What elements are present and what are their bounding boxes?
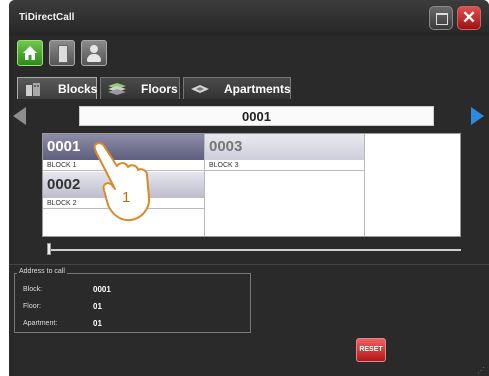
address-panel: Address to call Block: 0001 Floor: 01 Ap…: [14, 268, 251, 333]
floor-label: Floor:: [23, 303, 41, 310]
apartment-icon: [191, 85, 209, 93]
selected-block-field: 0001: [79, 106, 434, 126]
grid-column: [365, 134, 460, 236]
maximize-icon[interactable]: [429, 6, 453, 30]
tab-floors[interactable]: Floors: [100, 77, 180, 99]
block-cell-0003[interactable]: 0003 BLOCK 3: [205, 134, 364, 171]
callout-number: 1: [122, 189, 130, 206]
reset-button[interactable]: RESET: [356, 338, 386, 362]
home-button[interactable]: [17, 40, 43, 66]
apartment-label: Apartment:: [23, 320, 58, 327]
buildings-icon: [26, 83, 40, 96]
apartment-value: 01: [93, 319, 102, 328]
close-icon[interactable]: ✕: [457, 6, 481, 30]
divider: [9, 264, 489, 265]
scroll-thumb[interactable]: [47, 243, 51, 255]
resize-grip-icon: ⋰: [477, 366, 485, 375]
title-bar: TiDirectCall ✕: [9, 0, 489, 36]
tab-blocks[interactable]: Blocks: [17, 77, 97, 99]
tab-label: Blocks: [58, 82, 98, 96]
grid-column: 0003 BLOCK 3: [205, 134, 365, 236]
block-label: Block:: [23, 286, 43, 293]
scroll-track[interactable]: [47, 249, 461, 251]
tab-apartments[interactable]: Apartments: [183, 77, 291, 99]
block-name: BLOCK 3: [205, 160, 364, 171]
address-title: Address to call: [17, 268, 67, 275]
door-button[interactable]: [49, 40, 75, 66]
block-code: 0003: [205, 134, 364, 160]
arrow-left-icon[interactable]: [13, 107, 26, 125]
user-button[interactable]: [81, 40, 107, 66]
arrow-right-icon[interactable]: [471, 107, 484, 125]
tap-hand-icon: 1: [93, 142, 151, 222]
block-value: 0001: [93, 285, 111, 294]
tab-label: Apartments: [224, 82, 291, 96]
floors-icon: [108, 83, 126, 95]
floor-value: 01: [93, 302, 102, 311]
tab-label: Floors: [141, 82, 178, 96]
home-icon: [23, 46, 37, 60]
window-title: TiDirectCall: [19, 12, 75, 23]
app-window: TiDirectCall ✕ Blocks Floors Apartments …: [9, 0, 489, 376]
